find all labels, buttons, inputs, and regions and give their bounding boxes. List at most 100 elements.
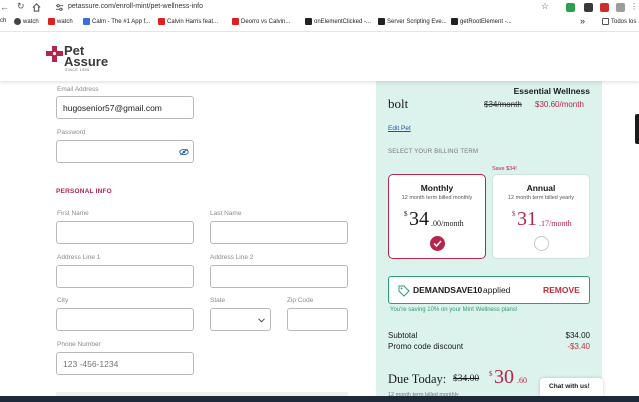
state-select[interactable] <box>210 308 271 331</box>
state-label: State <box>210 297 226 304</box>
chat-widget[interactable]: Chat with us! <box>540 378 603 396</box>
address1-label: Address Line 1 <box>57 254 101 261</box>
annual-currency: $ <box>512 210 516 218</box>
bookmark-item[interactable]: Calm - The #1 App f... <box>83 18 150 25</box>
site-header: Pet Assure SINCE 1995 <box>0 33 639 81</box>
saving-note: You're saving 10% on your Mint Wellness … <box>390 307 518 313</box>
personal-info-heading: PERSONAL INFO <box>56 188 112 195</box>
address1-field[interactable] <box>56 265 194 288</box>
check-icon <box>433 240 442 247</box>
email-value: hugosenior57@gmail.com <box>63 102 162 113</box>
phone-field[interactable] <box>56 352 194 375</box>
youtube-icon <box>232 18 239 25</box>
email-label: Email Address <box>57 86 99 93</box>
youtube-icon <box>158 18 165 25</box>
monthly-amount: 34 <box>409 208 429 230</box>
city-field[interactable] <box>56 308 194 331</box>
bookmark-item[interactable]: onElementClicked -... <box>305 18 371 25</box>
monthly-subtitle: 12 month term billed monthly <box>401 195 473 201</box>
promo-applied-text: applied <box>483 285 511 295</box>
annual-radio[interactable] <box>534 236 549 251</box>
due-today-label: Due Today: <box>388 372 447 386</box>
bookmark-favicon <box>451 18 458 25</box>
discount-value: -$3.40 <box>567 342 590 351</box>
bookmark-item[interactable]: Calvin Harris feat... <box>158 18 218 25</box>
os-taskbar <box>0 396 639 402</box>
promo-code-box: DEMANDSAVE10 applied REMOVE <box>388 276 590 304</box>
home-icon[interactable] <box>32 3 41 12</box>
first-name-label: First Name <box>57 210 89 217</box>
bookmark-item[interactable]: watch <box>48 18 73 25</box>
phone-label: Phone Number <box>57 341 101 348</box>
save-badge: Save $34! <box>492 166 517 172</box>
bookmark-item[interactable]: watch <box>14 18 39 25</box>
subtotal-label: Subtotal <box>388 331 418 340</box>
back-icon[interactable]: ← <box>0 2 9 12</box>
last-name-field[interactable] <box>210 221 348 244</box>
extensions-puzzle-icon[interactable]: ⋮ <box>630 2 638 11</box>
zip-field[interactable] <box>287 308 348 331</box>
browser-toolbar: ← ↻ petassure.com/enroll-mint/pet-wellne… <box>0 0 639 15</box>
side-tab[interactable] <box>635 114 639 144</box>
password-field[interactable] <box>56 140 194 163</box>
edit-pet-link[interactable]: Edit Pet <box>388 125 411 132</box>
reload-icon[interactable]: ↻ <box>17 1 25 12</box>
bookmark-item[interactable]: ch <box>0 18 6 24</box>
due-cents: .60 <box>517 376 527 385</box>
all-bookmarks[interactable]: Todos los <box>602 18 636 25</box>
monthly-selected-check[interactable] <box>430 236 445 251</box>
first-name-field[interactable] <box>56 221 194 244</box>
site-info-icon[interactable] <box>55 3 64 12</box>
password-label: Password <box>57 129 86 136</box>
bookmark-favicon <box>378 18 385 25</box>
discount-label: Promo code discount <box>388 342 464 351</box>
eye-slash-icon[interactable] <box>179 148 189 156</box>
due-amount: 30 <box>494 366 514 388</box>
annual-cents: .17/month <box>539 219 572 228</box>
discounted-monthly-price: $30.60/month <box>535 100 584 109</box>
monthly-title: Monthly <box>420 183 454 193</box>
bookmark-item[interactable]: Server Scripting Eve... <box>378 18 447 25</box>
extension-icon[interactable] <box>616 3 625 12</box>
bookmark-item[interactable]: getRootElement -... <box>451 18 512 25</box>
tag-icon <box>398 285 410 297</box>
promo-code-name: DEMANDSAVE10 <box>413 285 483 295</box>
plan-name: Essential Wellness <box>513 86 590 96</box>
calm-icon <box>83 18 90 25</box>
address2-field[interactable] <box>210 265 348 288</box>
bookmark-favicon <box>305 18 312 25</box>
zip-label: Zip Code <box>287 297 314 304</box>
address-bar[interactable]: petassure.com/enroll-mint/pet-wellness-i… <box>68 3 203 10</box>
billing-term-monthly[interactable]: Monthly 12 month term billed monthly $ 3… <box>388 174 486 259</box>
pet-assure-logo[interactable]: Pet Assure SINCE 1995 <box>45 43 115 73</box>
due-old-price: $34.00 <box>453 374 480 384</box>
annual-subtitle: 12 month term billed yearly <box>507 195 575 201</box>
bookmark-star-icon[interactable]: ☆ <box>541 1 549 12</box>
annual-title: Annual <box>526 183 556 193</box>
billing-term-annual[interactable]: Annual 12 month term billed yearly $ 31 … <box>492 174 590 259</box>
extension-icon[interactable] <box>600 3 609 12</box>
monthly-cents: .00/month <box>431 219 464 228</box>
youtube-icon <box>48 18 55 25</box>
bookmarks-bar: ch watch watch Calm - The #1 App f... Ca… <box>0 15 639 32</box>
city-label: City <box>57 297 69 304</box>
extension-icon[interactable] <box>584 3 593 12</box>
last-name-label: Last Name <box>210 210 242 217</box>
logo-tagline: SINCE 1995 <box>65 68 90 72</box>
remove-promo-button[interactable]: REMOVE <box>543 285 580 295</box>
annual-amount: 31 <box>517 208 537 230</box>
subtotal-value: $34.00 <box>565 331 590 340</box>
old-monthly-price: $34/month <box>484 100 522 109</box>
logo-text-assure: Assure <box>64 54 109 69</box>
monthly-currency: $ <box>404 210 408 218</box>
address2-label: Address Line 2 <box>210 254 254 261</box>
pet-name: bolt <box>388 96 409 111</box>
bookmark-item[interactable]: Deorro vs Calvin... <box>232 18 290 25</box>
bookmarks-overflow[interactable]: » <box>580 16 585 26</box>
extension-icon[interactable] <box>566 3 575 12</box>
email-field[interactable]: hugosenior57@gmail.com <box>56 96 194 119</box>
paw-cross-icon <box>46 46 63 62</box>
globe-icon <box>14 18 21 25</box>
folder-icon <box>602 18 609 25</box>
chevron-down-icon <box>258 318 265 323</box>
